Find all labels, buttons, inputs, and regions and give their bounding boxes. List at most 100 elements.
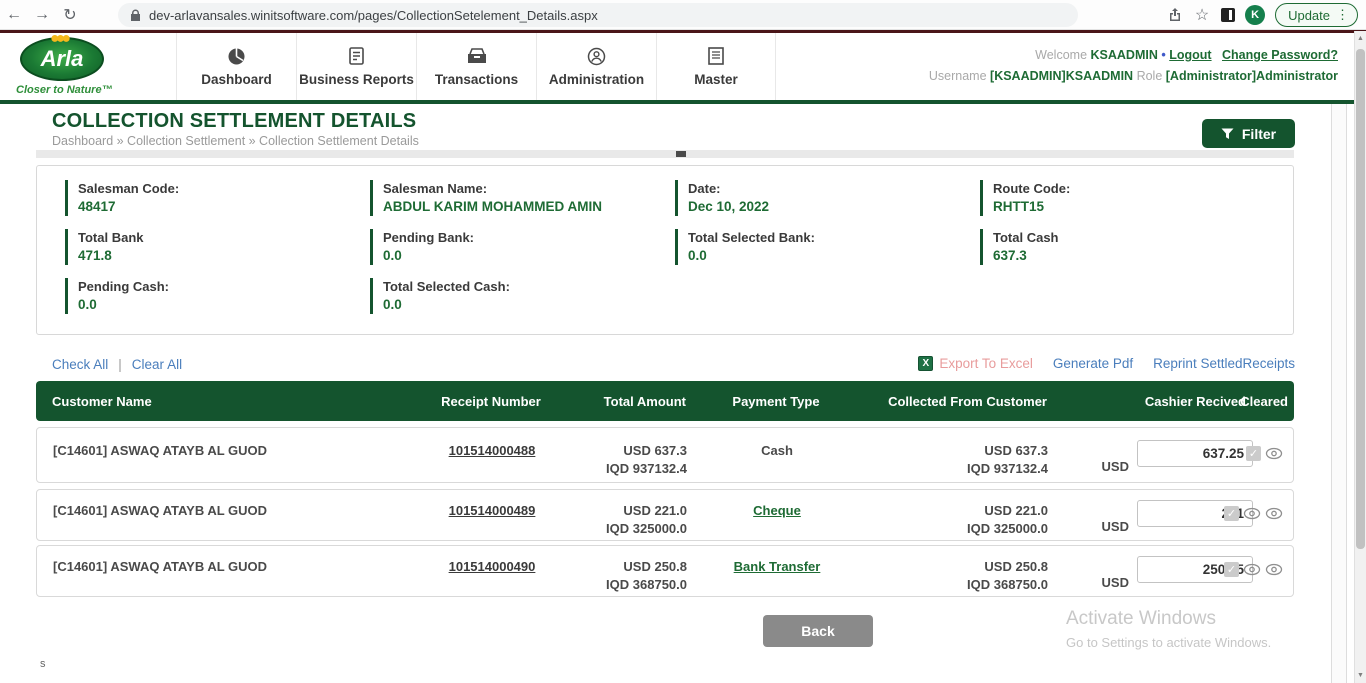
drawer-icon [467,46,487,66]
nav-item-business-reports[interactable]: Business Reports [296,33,416,100]
vertical-scrollbar-thumb[interactable] [1356,49,1365,549]
side-panel-icon[interactable] [1221,8,1235,22]
view-eye-icon[interactable] [1243,507,1261,521]
activate-line2: Go to Settings to activate Windows. [1066,635,1310,650]
logo-tagline: Closer to Nature™ [16,84,164,96]
browser-toolbar: ← → ↻ dev-arlavansales.winitsoftware.com… [0,0,1366,30]
field-label: Pending Cash: [78,278,370,295]
kebab-menu-icon[interactable]: ⋮ [1336,7,1349,23]
generate-pdf-link[interactable]: Generate Pdf [1053,356,1133,371]
nav-label: Master [694,72,738,87]
customer-name: [C14601] ASWAQ ATAYB AL GUOD [53,503,443,518]
inner-scrollbar-track[interactable] [1331,104,1347,683]
nav-item-dashboard[interactable]: Dashboard [176,33,296,100]
logo-oval: ●●● Arla [20,37,104,81]
filter-label: Filter [1242,126,1276,142]
selection-links: Check All | Clear All [52,357,182,372]
field-value: 0.0 [688,246,980,265]
profile-avatar[interactable]: K [1245,5,1265,25]
address-bar[interactable]: dev-arlavansales.winitsoftware.com/pages… [118,3,1078,27]
collected-iqd: IQD 325000.0 [867,520,1048,538]
currency-label: USD [1102,575,1129,590]
summary-field-total-selected-cash: Total Selected Cash: 0.0 [370,278,675,314]
app-header: ●●● Arla Closer to Nature™ Dashboard Bus… [0,33,1366,104]
field-label: Salesman Code: [78,180,370,197]
horizontal-scrollbar-thumb[interactable] [676,151,686,157]
welcome-label: Welcome [1035,48,1087,62]
filter-button[interactable]: Filter [1202,119,1295,148]
receipt-number-link[interactable]: 101514000488 [449,443,536,458]
arla-logo: ●●● Arla Closer to Nature™ [14,37,164,96]
reprint-settled-receipts-link[interactable]: Reprint SettledReceipts [1153,356,1295,371]
currency-label: USD [1102,459,1129,474]
cashier-received-input[interactable] [1137,440,1253,467]
total-amount-usd: USD 637.3 [567,442,687,460]
collected-iqd: IQD 368750.0 [867,576,1048,594]
main-nav: Dashboard Business Reports Transactions … [176,33,776,100]
export-to-excel-link[interactable]: X Export To Excel [918,356,1033,371]
username-value: [KSAADMIN]KSAADMIN [990,69,1133,83]
view-eye-icon[interactable] [1265,447,1283,461]
column-payment-type: Payment Type [686,394,866,409]
scroll-down-icon[interactable]: ▼ [1355,672,1366,679]
field-value: Dec 10, 2022 [688,197,980,216]
forward-icon[interactable]: → [28,6,56,24]
summary-field-pending-cash: Pending Cash: 0.0 [65,278,370,314]
logo-brand: Arla [41,46,84,72]
field-value: 0.0 [383,295,675,314]
cleared-checkbox[interactable]: ✓ [1224,506,1239,521]
nav-label: Transactions [435,72,518,87]
nav-item-administration[interactable]: Administration [536,33,656,100]
table-header: Customer Name Receipt Number Total Amoun… [36,381,1294,421]
scroll-up-icon[interactable]: ▲ [1355,35,1366,42]
view-eye-icon[interactable] [1243,563,1261,577]
field-label: Total Cash [993,229,1285,246]
cleared-checkbox[interactable]: ✓ [1224,562,1239,577]
collected-iqd: IQD 937132.4 [867,460,1048,478]
summary-field-date: Date: Dec 10, 2022 [675,180,980,216]
nav-item-master[interactable]: Master [656,33,776,100]
dashboard-icon [227,46,247,66]
field-value: 0.0 [383,246,675,265]
vertical-scrollbar[interactable]: ▲ ▼ [1354,31,1366,683]
horizontal-scrollbar[interactable] [36,150,1294,158]
customer-name: [C14601] ASWAQ ATAYB AL GUOD [53,443,443,458]
total-amount-iqd: IQD 368750.0 [567,576,687,594]
welcome-line: Welcome KSAADMIN • Logout Change Passwor… [929,45,1338,66]
funnel-icon [1221,128,1234,140]
clear-all-link[interactable]: Clear All [132,357,182,372]
nav-label: Administration [549,72,644,87]
payment-type-link[interactable]: Cheque [753,503,801,518]
flower-icon: ●●● [50,30,67,48]
username-label: Username [929,69,987,83]
view-eye-icon[interactable] [1265,507,1283,521]
update-label: Update [1288,8,1330,23]
breadcrumb[interactable]: Dashboard » Collection Settlement » Coll… [52,134,419,148]
report-icon [347,46,367,66]
receipt-number-link[interactable]: 101514000489 [449,503,536,518]
field-value: 471.8 [78,246,370,265]
chrome-update-button[interactable]: Update ⋮ [1275,3,1358,27]
field-label: Route Code: [993,180,1285,197]
share-icon[interactable] [1167,7,1183,23]
field-label: Pending Bank: [383,229,675,246]
collected-usd: USD 637.3 [867,442,1048,460]
logout-link[interactable]: Logout [1169,48,1211,62]
back-button[interactable]: Back [763,615,873,647]
field-label: Total Selected Bank: [688,229,980,246]
list-icon [706,46,726,66]
receipt-number-link[interactable]: 101514000490 [449,559,536,574]
settlement-summary-panel: Salesman Code: 48417 Salesman Name: ABDU… [36,165,1294,335]
back-icon[interactable]: ← [0,6,28,24]
bookmark-star-icon[interactable]: ☆ [1193,5,1211,25]
nav-item-transactions[interactable]: Transactions [416,33,536,100]
refresh-icon[interactable]: ↻ [56,5,84,25]
table-row: [C14601] ASWAQ ATAYB AL GUOD 10151400048… [36,489,1294,541]
check-all-link[interactable]: Check All [52,357,108,372]
field-value: 48417 [78,197,370,216]
view-eye-icon[interactable] [1265,563,1283,577]
cleared-checkbox[interactable]: ✓ [1246,446,1261,461]
payment-type: Cash [687,443,867,458]
payment-type-link[interactable]: Bank Transfer [734,559,821,574]
change-password-link[interactable]: Change Password? [1222,48,1338,62]
